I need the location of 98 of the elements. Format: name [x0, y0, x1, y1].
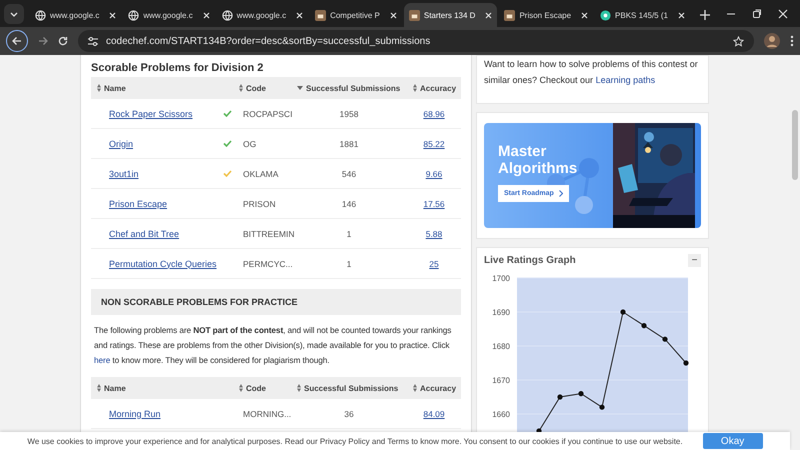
- here-link[interactable]: here: [94, 355, 110, 365]
- axis-label: 1660: [492, 410, 510, 419]
- column-header[interactable]: Accuracy: [407, 384, 461, 392]
- data-point: [641, 323, 647, 328]
- table-cell-text: 1881: [338, 138, 360, 148]
- terms-link[interactable]: Terms: [387, 436, 410, 446]
- browser-tab[interactable]: Prison Escape: [499, 3, 594, 27]
- sort-icon: [97, 384, 101, 392]
- sort-icon: [97, 84, 101, 92]
- close-icon[interactable]: [485, 12, 492, 18]
- browser-tab[interactable]: PBKS 145/5 (1: [595, 3, 690, 27]
- close-icon[interactable]: [778, 8, 788, 18]
- collapse-button[interactable]: −: [688, 254, 701, 267]
- column-header[interactable]: Accuracy: [407, 84, 461, 92]
- sort-icon: [239, 84, 243, 92]
- data-point: [599, 404, 605, 410]
- problem-link[interactable]: Origin: [91, 138, 221, 148]
- sort-icon: [413, 84, 417, 92]
- problem-link[interactable]: Chef and Bit Tree: [91, 228, 221, 238]
- column-header[interactable]: Successful Submissions: [291, 84, 407, 92]
- axis-label: 1690: [492, 308, 510, 317]
- chevron-icon: [10, 12, 18, 16]
- table-cell-text: 36: [343, 408, 355, 418]
- browser-tab[interactable]: www.google.c: [216, 3, 308, 27]
- practice-note: The following problems are NOT part of the contest, and will not be counted towards your rankings and ratings. These are problems from the other Division(s), made available for you to practice. Click here to know more. They will be considered for plagiarism though.: [94, 324, 452, 367]
- section-title: Scorable Problems for Division 2: [91, 62, 264, 74]
- close-icon[interactable]: [390, 12, 397, 18]
- problem-link[interactable]: Morning Run: [91, 408, 221, 418]
- chevron-icon: [558, 190, 563, 197]
- accuracy-link[interactable]: 25: [407, 258, 461, 268]
- table-cell-text: OKLAMA: [242, 168, 280, 178]
- chart-title: Live Ratings Graph: [484, 255, 576, 266]
- section-header: NON SCORABLE PROBLEMS FOR PRACTICE: [91, 289, 461, 315]
- data-point: [557, 394, 563, 400]
- learn-text: Want to learn how to solve problems of this contest or similar ones? Checkout our Learning paths: [484, 59, 698, 85]
- table-cell-text: PERMCYC...: [242, 258, 291, 268]
- column-header[interactable]: Name: [91, 384, 233, 392]
- privacy-policy-link[interactable]: Privacy Policy: [320, 436, 370, 446]
- axis-label: 1670: [492, 376, 510, 385]
- data-point: [683, 360, 689, 366]
- close-icon[interactable]: [678, 12, 685, 18]
- new-tab-icon[interactable]: [700, 10, 710, 20]
- table-cell-text: PRISON: [242, 198, 277, 208]
- column-header[interactable]: Code: [233, 84, 291, 92]
- profile-icon[interactable]: [764, 33, 780, 49]
- cookie-text: We use cookies to improve your experience and for analytical purposes. Read our Privacy Policy and Terms to know more. You consent to our cookies if you continue to use our website.: [27, 436, 683, 446]
- table-cell-text: 1: [346, 258, 352, 268]
- restore-icon[interactable]: [752, 8, 762, 18]
- table-cell-text: 146: [340, 198, 358, 208]
- close-icon[interactable]: [202, 12, 210, 18]
- accuracy-link[interactable]: 9.66: [407, 168, 461, 178]
- back-arrow-icon: [12, 36, 22, 46]
- problem-link[interactable]: Rock Paper Scissors: [91, 108, 221, 118]
- column-header[interactable]: Code: [233, 384, 291, 392]
- globe-icon: [35, 10, 46, 20]
- accuracy-link[interactable]: 68.96: [407, 108, 461, 118]
- column-header[interactable]: Successful Submissions: [291, 384, 407, 392]
- data-point: [620, 309, 626, 315]
- sort-icon: [239, 384, 243, 392]
- back-button[interactable]: [6, 30, 28, 52]
- column-header[interactable]: Name: [91, 84, 233, 92]
- accuracy-link[interactable]: 17.56: [407, 198, 461, 208]
- problem-link[interactable]: 3out1in: [91, 168, 221, 178]
- close-icon[interactable]: [109, 12, 116, 18]
- globe-icon: [128, 10, 140, 20]
- table-cell-text: OG: [242, 138, 258, 148]
- accuracy-link[interactable]: 85.22: [407, 138, 461, 148]
- browser-tab[interactable]: Competitive P: [310, 3, 402, 27]
- learning-paths-link[interactable]: Learning paths: [596, 75, 656, 85]
- menu-icon[interactable]: [790, 35, 794, 47]
- accuracy-link[interactable]: 84.09: [407, 408, 461, 418]
- table-cell-text: ROCPAPSCI: [242, 108, 291, 118]
- tab-menu-button[interactable]: [4, 4, 24, 24]
- address-bar[interactable]: codechef.com/START134B?order=desc&sortBy=successful_submissions: [78, 30, 754, 52]
- data-point: [578, 391, 584, 396]
- browser-tab[interactable]: www.google.c: [123, 3, 215, 27]
- problem-link[interactable]: Prison Escape: [91, 198, 221, 208]
- browser-tab[interactable]: www.google.c: [30, 3, 122, 27]
- table-cell-text: 1958: [338, 108, 360, 118]
- reload-icon[interactable]: [58, 36, 68, 46]
- ball-icon: [600, 10, 612, 20]
- sort-icon: [413, 384, 417, 392]
- accuracy-link[interactable]: 5.88: [407, 228, 461, 238]
- site-settings-icon[interactable]: [88, 36, 98, 46]
- sort-icon: [297, 384, 301, 392]
- data-point: [662, 336, 668, 342]
- banner-title: Master Algorithms: [498, 143, 578, 177]
- problem-link[interactable]: Permutation Cycle Queries: [91, 258, 221, 268]
- star-icon[interactable]: [733, 36, 744, 46]
- axis-label: 1680: [492, 342, 510, 351]
- table-cell-text: 546: [340, 168, 358, 178]
- globe-icon: [222, 10, 233, 20]
- close-icon[interactable]: [296, 12, 304, 18]
- forward-icon[interactable]: [38, 36, 48, 46]
- close-icon[interactable]: [581, 12, 588, 18]
- axis-label: 1700: [492, 274, 510, 283]
- browser-tab[interactable]: Starters 134 D: [404, 3, 498, 27]
- table-cell-text: MORNING...: [242, 408, 291, 418]
